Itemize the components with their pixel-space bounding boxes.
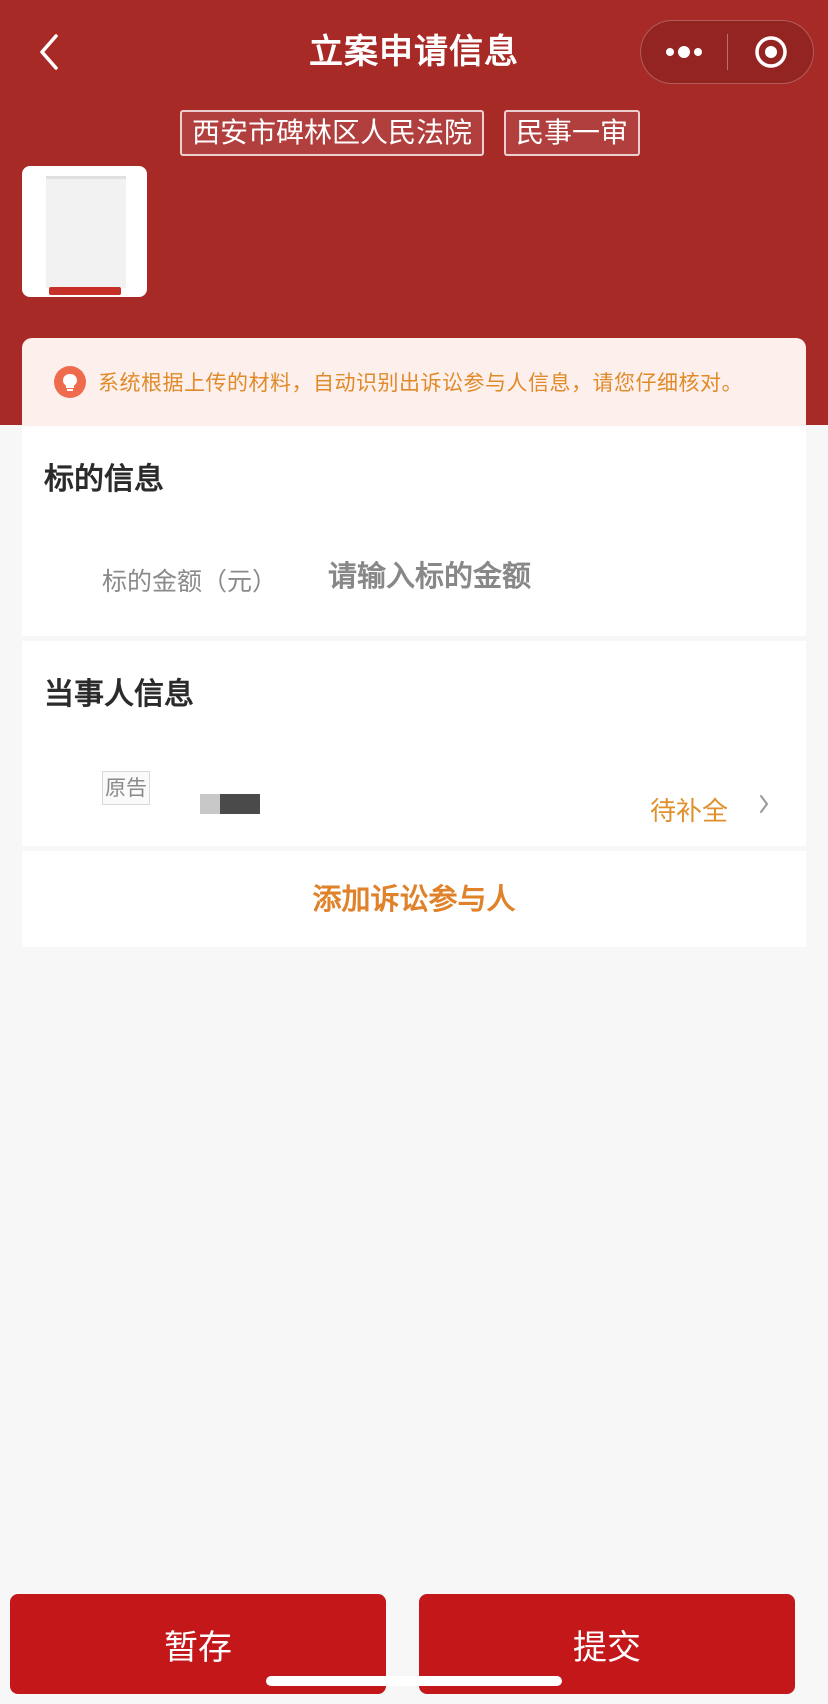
amount-label: 标的金额（元）	[102, 567, 278, 596]
close-miniprogram-button[interactable]	[728, 20, 813, 84]
case-type-tag: 民事一审	[504, 110, 641, 156]
party-role-badge: 原告	[102, 771, 150, 805]
home-indicator	[266, 1676, 562, 1686]
party-section-title: 当事人信息	[44, 677, 194, 712]
notice-text: 系统根据上传的材料，自动识别出诉讼参与人信息，请您仔细核对。	[98, 371, 743, 395]
thumbnail-bar	[49, 287, 121, 295]
case-tags: 西安市碑林区人民法院 民事一审	[180, 110, 641, 156]
amount-input[interactable]	[328, 550, 748, 602]
miniprogram-capsule	[640, 20, 814, 84]
thumbnail-page	[46, 176, 126, 288]
party-status: 待补全	[649, 797, 728, 827]
subject-info-card: 标的信息 标的金额（元）	[22, 426, 806, 636]
lightbulb-icon	[54, 366, 86, 398]
more-button[interactable]	[641, 20, 727, 84]
target-circle-icon	[754, 36, 787, 68]
subject-section-title: 标的信息	[44, 462, 164, 497]
party-info-card: 当事人信息 原告 待补全	[22, 641, 806, 846]
add-participant-card: 添加诉讼参与人	[22, 851, 806, 947]
notice-banner: 系统根据上传的材料，自动识别出诉讼参与人信息，请您仔细核对。	[22, 338, 806, 426]
add-participant-button[interactable]: 添加诉讼参与人	[22, 851, 806, 947]
chevron-right-icon	[760, 795, 768, 813]
more-dots-icon	[666, 46, 702, 58]
court-tag: 西安市碑林区人民法院	[180, 110, 485, 156]
party-name-redacted	[200, 794, 260, 814]
party-row[interactable]: 原告 待补全	[22, 761, 806, 841]
uploaded-material-thumbnail[interactable]	[22, 166, 147, 297]
